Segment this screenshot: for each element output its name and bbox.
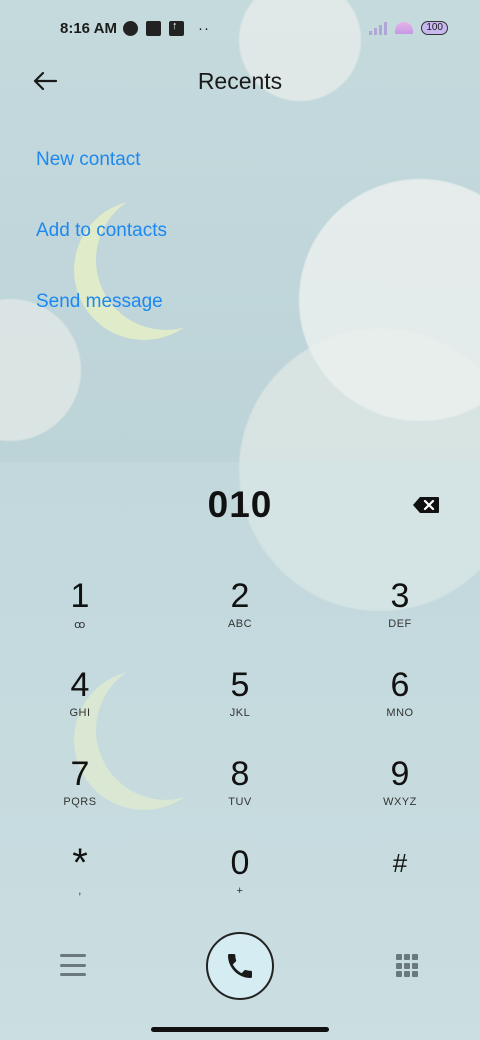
call-button[interactable] [206,932,274,1000]
phone-icon [228,954,252,978]
data-saver-icon [122,20,138,36]
key-8[interactable]: 8 TUV [160,748,320,837]
dialpad-toggle-icon[interactable] [396,954,418,978]
signal-icon [369,21,388,35]
wifi-icon [395,22,414,34]
more-notifications-icon: ·· [197,19,210,37]
app-header: Recents [0,56,480,106]
menu-icon[interactable] [60,954,86,976]
app-notification-icon [145,20,161,36]
key-0[interactable]: 0 + [160,837,320,926]
notification-icons: ·· [122,19,210,37]
backspace-icon [413,497,439,513]
battery-icon: 100 [421,21,448,35]
system-icons: 100 [369,21,448,35]
home-indicator[interactable] [151,1027,329,1032]
status-bar: 8:16 AM ·· 100 [0,0,480,56]
backspace-button[interactable] [412,496,442,516]
dialed-number: 010 [207,484,273,525]
key-2[interactable]: 2 ABC [160,570,320,659]
back-button[interactable] [28,64,62,98]
key-4[interactable]: 4 GHI [0,659,160,748]
key-5[interactable]: 5 JKL [160,659,320,748]
key-6[interactable]: 6 MNO [320,659,480,748]
upload-icon [168,20,184,36]
key-1[interactable]: 1ꝏ [0,570,160,659]
key-9[interactable]: 9 WXYZ [320,748,480,837]
status-time: 8:16 AM [60,19,117,37]
number-actions: New contact Add to contacts Send message [36,125,167,338]
key-3[interactable]: 3 DEF [320,570,480,659]
keypad: 1ꝏ 2 ABC 3 DEF 4 GHI 5 JKL 6 MNO 7 PQRS 8 TUV 9… [0,570,480,926]
bottom-bar [0,930,480,1002]
arrow-left-icon [33,71,58,91]
key-star[interactable]: *, [0,837,160,926]
key-7[interactable]: 7 PQRS [0,748,160,837]
key-hash[interactable]: # [320,837,480,926]
add-to-contacts-link[interactable]: Add to contacts [36,196,167,267]
send-message-link[interactable]: Send message [36,267,167,338]
voicemail-icon: ꝏ [74,619,86,631]
new-contact-link[interactable]: New contact [36,125,167,196]
page-title: Recents [197,67,283,94]
